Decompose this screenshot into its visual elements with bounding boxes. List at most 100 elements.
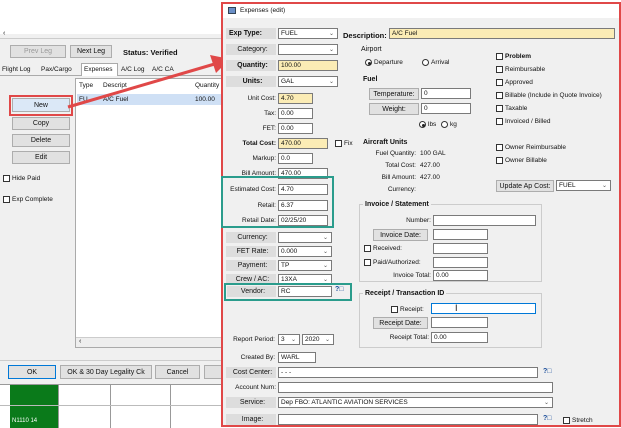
- hide-paid-checkbox[interactable]: [3, 175, 10, 182]
- invoice-date-field[interactable]: [433, 229, 488, 240]
- update-ap-cost-button[interactable]: Update Ap Cost:: [496, 180, 554, 192]
- image-field[interactable]: [278, 414, 538, 425]
- tax-field[interactable]: 0.00: [278, 108, 313, 119]
- weight-button[interactable]: Weight:: [369, 103, 419, 115]
- chevron-down-icon: ⌄: [322, 263, 328, 269]
- edit-button[interactable]: Edit: [12, 151, 70, 164]
- receipt-date-field[interactable]: [431, 317, 488, 328]
- chevron-down-icon: ⌄: [543, 400, 549, 406]
- pointer-arrow: [67, 55, 230, 109]
- cost-center-field[interactable]: - - -: [278, 367, 538, 378]
- fet-rate-label: FET Rate:: [226, 246, 276, 257]
- retail-field[interactable]: 6.37: [278, 200, 328, 211]
- vendor-label: Vendor:: [227, 286, 276, 297]
- receipt-checkbox[interactable]: [391, 306, 398, 313]
- cost-center-lookup-icon[interactable]: ?□: [543, 368, 552, 375]
- invoice-group-title: Invoice / Statement: [363, 201, 431, 208]
- prev-leg-button[interactable]: Prev Leg: [10, 45, 66, 58]
- ok-legality-button[interactable]: OK & 30 Day Legality Ck: [60, 365, 152, 379]
- paid-field[interactable]: [433, 257, 488, 268]
- stretch-checkbox[interactable]: [563, 417, 570, 424]
- fuel-quantity-value: 100 GAL: [420, 150, 446, 157]
- approved-label: Approved: [505, 79, 533, 86]
- owner-reimbursable-checkbox[interactable]: [496, 144, 503, 151]
- exp-complete-label: Exp Complete: [12, 196, 53, 203]
- total-cost-field[interactable]: 470.00: [278, 138, 328, 149]
- problem-label: Problem: [505, 53, 532, 60]
- markup-field[interactable]: 0.0: [278, 153, 313, 164]
- estimated-cost-field[interactable]: 4.70: [278, 184, 328, 195]
- update-ap-cost-select[interactable]: FUEL ⌄: [556, 180, 611, 191]
- number-field[interactable]: [433, 215, 536, 226]
- unit-cost-field[interactable]: 4.70: [278, 93, 313, 104]
- received-checkbox[interactable]: [364, 245, 371, 252]
- category-select[interactable]: ⌄: [278, 44, 338, 55]
- receipt-total-label: Receipt Total:: [389, 334, 429, 341]
- fuel-group-title: Fuel: [363, 76, 378, 83]
- units-select[interactable]: GAL ⌄: [278, 76, 338, 87]
- weight-field[interactable]: 0: [421, 103, 471, 114]
- estimated-cost-label: Estimated Cost:: [230, 186, 276, 193]
- tab-flight-log[interactable]: Flight Log: [2, 66, 31, 73]
- payment-label: Payment:: [226, 260, 276, 271]
- retail-date-field[interactable]: 02/25/20: [278, 215, 328, 226]
- fet-label: FET:: [262, 125, 276, 132]
- vendor-field[interactable]: RC: [278, 286, 332, 297]
- report-period-label: Report Period:: [233, 336, 275, 343]
- received-label: Received:: [373, 245, 402, 252]
- ac-bill-amount-label: Bill Amount:: [381, 174, 416, 181]
- vendor-lookup-icon[interactable]: ?□: [335, 286, 344, 293]
- receipt-field[interactable]: [431, 303, 536, 314]
- departure-radio[interactable]: [365, 59, 372, 66]
- lbs-radio[interactable]: [419, 121, 426, 128]
- account-num-label: Account Num:: [235, 384, 276, 391]
- tax-label: Tax:: [264, 110, 276, 117]
- fet-field[interactable]: 0.00: [278, 123, 313, 134]
- invoice-total-label: Invoice Total:: [393, 272, 431, 279]
- problem-checkbox[interactable]: [496, 53, 503, 60]
- kg-label: kg: [450, 121, 457, 128]
- lbs-label: lbs: [428, 121, 437, 128]
- currency-select[interactable]: ⌄: [278, 232, 332, 243]
- grid-label: N1110 14: [12, 418, 38, 424]
- created-by-field[interactable]: WARL: [278, 352, 316, 363]
- exp-type-select[interactable]: FUEL ⌄: [278, 28, 338, 39]
- chevron-down-icon: ⌄: [290, 337, 296, 343]
- approved-checkbox[interactable]: [496, 79, 503, 86]
- quantity-field[interactable]: 100.00: [278, 60, 338, 71]
- delete-button[interactable]: Delete: [12, 134, 70, 147]
- fix-checkbox[interactable]: [335, 140, 342, 147]
- exp-complete-checkbox[interactable]: [3, 196, 10, 203]
- image-lookup-icon[interactable]: ?□: [543, 415, 552, 422]
- kg-radio[interactable]: [441, 121, 448, 128]
- account-num-field[interactable]: [278, 382, 553, 393]
- invoice-date-button[interactable]: Invoice Date:: [373, 229, 428, 241]
- receipt-date-button[interactable]: Receipt Date:: [373, 317, 428, 329]
- temperature-field[interactable]: 0: [421, 88, 471, 99]
- copy-button[interactable]: Copy: [12, 117, 70, 130]
- scroll-left-arrow[interactable]: ‹: [3, 30, 5, 37]
- horizontal-scrollbar[interactable]: ‹: [76, 337, 229, 347]
- taxable-checkbox[interactable]: [496, 105, 503, 112]
- invoice-total-field[interactable]: 0.00: [433, 270, 488, 281]
- report-year-select[interactable]: 2020 ⌄: [302, 334, 334, 345]
- service-select[interactable]: Dep FBO: ATLANTIC AVIATION SERVICES ⌄: [278, 397, 553, 408]
- chevron-down-icon: ⌄: [328, 47, 334, 53]
- description-field[interactable]: A/C Fuel: [389, 28, 615, 39]
- paid-checkbox[interactable]: [364, 259, 371, 266]
- receipt-group-title: Receipt / Transaction ID: [363, 290, 447, 297]
- billable-checkbox[interactable]: [496, 92, 503, 99]
- chevron-down-icon: ⌄: [324, 337, 330, 343]
- received-field[interactable]: [433, 243, 488, 254]
- fet-rate-select[interactable]: 0.000 ⌄: [278, 246, 332, 257]
- owner-billable-checkbox[interactable]: [496, 157, 503, 164]
- invoiced-checkbox[interactable]: [496, 118, 503, 125]
- ok-button[interactable]: OK: [8, 365, 56, 379]
- arrival-radio[interactable]: [422, 59, 429, 66]
- report-month-select[interactable]: 3 ⌄: [278, 334, 300, 345]
- payment-select[interactable]: TP ⌄: [278, 260, 332, 271]
- receipt-total-field[interactable]: 0.00: [431, 332, 488, 343]
- reimbursable-checkbox[interactable]: [496, 66, 503, 73]
- temperature-button[interactable]: Temperature:: [369, 88, 419, 100]
- cancel-button[interactable]: Cancel: [155, 365, 200, 379]
